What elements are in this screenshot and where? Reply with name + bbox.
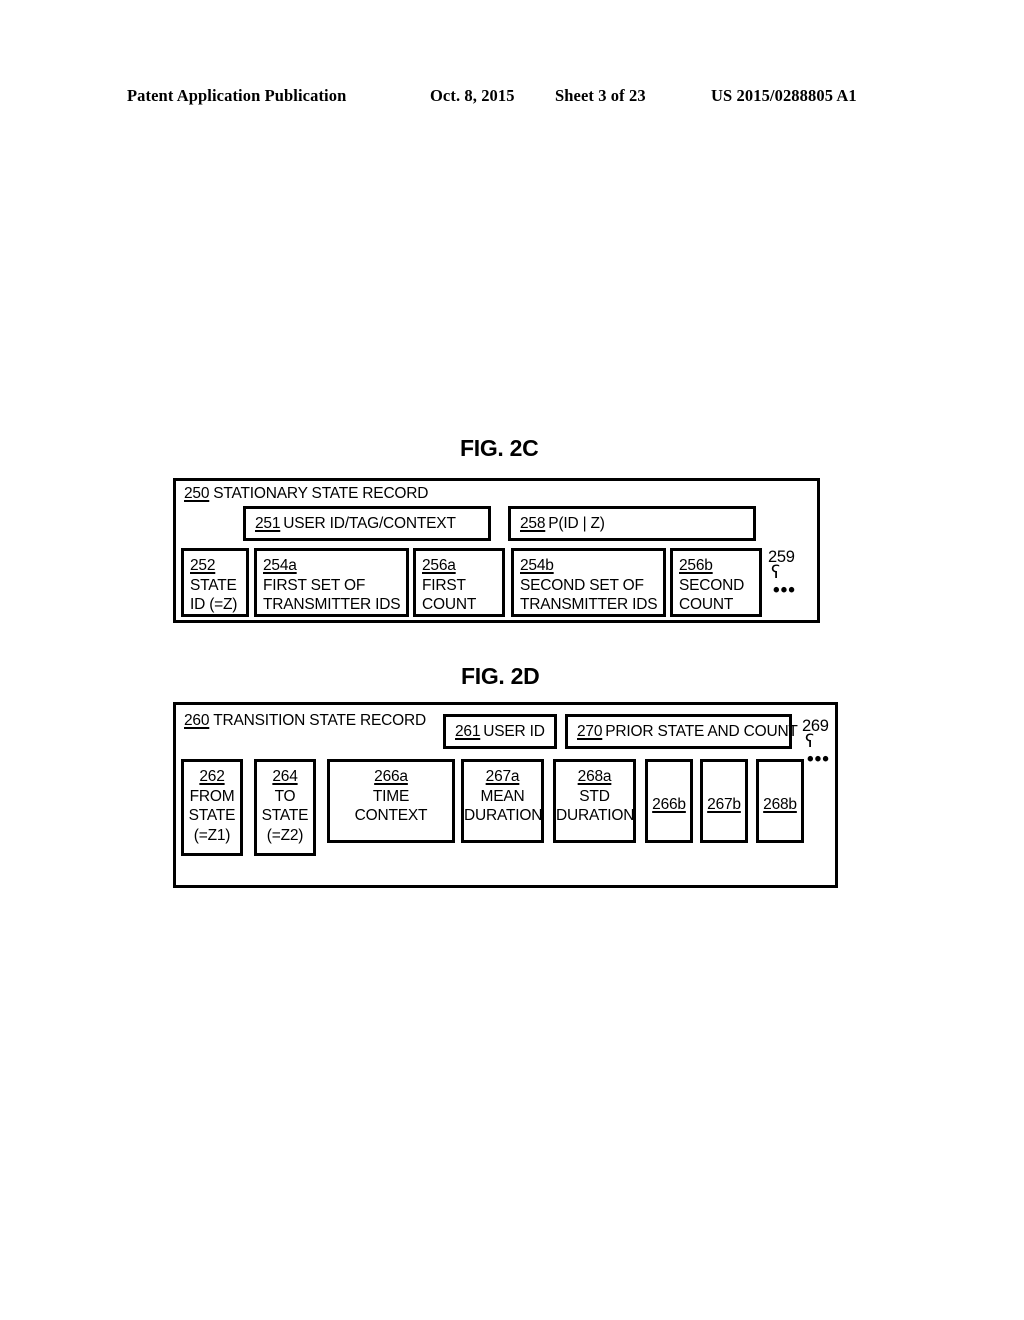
fig2d-field-268a-text: 268a STD DURATION: [556, 767, 635, 826]
fig2c-field-252: 252 STATE ID (=Z): [181, 548, 249, 617]
squiggle-icon: ʕ: [771, 562, 781, 583]
fig2c-field-256a-line1: FIRST: [422, 576, 466, 594]
fig2d-field-267a-text: 267a MEAN DURATION: [464, 767, 543, 826]
fig2d-record-title: 260 TRANSITION STATE RECORD: [184, 712, 426, 730]
fig2d-field-267b: 267b: [700, 759, 748, 843]
fig2d-field-261-label: USER ID: [483, 722, 545, 740]
header-patent-number: US 2015/0288805 A1: [711, 86, 857, 105]
fig2d-field-264-line2: STATE: [261, 807, 309, 824]
fig2d-field-267a: 267a MEAN DURATION: [461, 759, 544, 843]
fig2d-field-268a: 268a STD DURATION: [553, 759, 636, 843]
fig2c-field-252-ref: 252: [190, 557, 216, 574]
fig2c-record-label: STATIONARY STATE RECORD: [213, 485, 429, 502]
fig2d-field-266b-text: 266b: [648, 795, 690, 815]
fig2d-field-268a-line1: STD: [579, 787, 610, 805]
ellipsis-icon: •••: [807, 749, 830, 770]
fig2d-field-264-ref: 264: [272, 768, 298, 785]
fig2d-field-266a-ref: 266a: [374, 768, 408, 785]
fig2d-continuation-marker: 269 ʕ •••: [802, 718, 848, 770]
fig2d-field-266a-line2: CONTEXT: [354, 807, 428, 824]
fig2c-record-title: 250 STATIONARY STATE RECORD: [184, 485, 428, 503]
figure-2c-title: FIG. 2C: [460, 435, 539, 461]
fig2d-field-270-ref: 270: [577, 722, 603, 740]
fig2d-field-261-text: 261 USER ID: [455, 723, 545, 741]
fig2c-field-254a-line1: FIRST SET OF: [263, 576, 366, 594]
fig2d-field-266a: 266a TIME CONTEXT: [327, 759, 455, 843]
header-publication: Patent Application Publication: [127, 86, 347, 105]
fig2d-field-264-text: 264 TO STATE (=Z2): [257, 767, 313, 845]
fig2c-field-254a-text: 254a FIRST SET OF TRANSMITTER IDS: [263, 556, 401, 615]
fig2d-field-261-ref: 261: [455, 722, 481, 740]
fig2d-field-267a-line1: MEAN: [480, 787, 525, 805]
fig2c-field-254a-ref: 254a: [263, 557, 297, 574]
page-header: Patent Application Publication Oct. 8, 2…: [0, 86, 1024, 112]
fig2d-field-264-line1: TO: [274, 787, 296, 805]
fig2c-field-258: 258 P(ID | Z): [508, 506, 756, 541]
fig2d-field-268b-ref: 268b: [763, 796, 797, 813]
fig2d-record-ref: 260: [184, 712, 210, 729]
header-date: Oct. 8, 2015: [430, 86, 515, 105]
fig2c-field-254b-text: 254b SECOND SET OF TRANSMITTER IDS: [520, 556, 658, 615]
fig2d-record-label: TRANSITION STATE RECORD: [213, 712, 426, 729]
fig2d-field-261: 261 USER ID: [443, 714, 557, 749]
fig2c-field-256a-text: 256a FIRST COUNT: [422, 556, 476, 615]
fig2d-field-268a-line2: DURATION: [556, 807, 635, 824]
fig2c-field-252-text: 252 STATE ID (=Z): [190, 556, 237, 615]
fig2d-field-267b-text: 267b: [703, 795, 745, 815]
fig2d-field-270-label: PRIOR STATE AND COUNT: [605, 722, 798, 740]
fig2c-field-256a-ref: 256a: [422, 557, 456, 574]
fig2c-field-256b-line2: COUNT: [679, 596, 734, 613]
fig2c-field-251-ref: 251: [255, 514, 281, 532]
fig2c-field-251-label: USER ID/TAG/CONTEXT: [283, 514, 456, 532]
fig2d-field-266b: 266b: [645, 759, 693, 843]
fig2c-field-258-ref: 258: [520, 514, 546, 532]
fig2d-field-266a-line1: TIME: [372, 787, 410, 805]
ellipsis-icon: •••: [773, 580, 796, 601]
fig2d-field-267a-ref: 267a: [485, 768, 520, 785]
fig2c-field-252-line1: STATE: [190, 576, 237, 594]
fig2c-field-254b-line2: TRANSMITTER IDS: [520, 596, 658, 613]
fig2d-field-264: 264 TO STATE (=Z2): [254, 759, 316, 856]
fig2d-field-262: 262 FROM STATE (=Z1): [181, 759, 243, 856]
fig2c-field-254a-line2: TRANSMITTER IDS: [263, 596, 401, 613]
fig2d-field-268b: 268b: [756, 759, 804, 843]
fig2c-field-256a: 256a FIRST COUNT: [413, 548, 505, 617]
fig2d-field-262-line3: (=Z1): [193, 826, 231, 844]
fig2c-field-254a: 254a FIRST SET OF TRANSMITTER IDS: [254, 548, 409, 617]
fig2d-field-262-line1: FROM: [189, 787, 235, 805]
fig2d-field-270: 270 PRIOR STATE AND COUNT: [565, 714, 798, 749]
fig2c-record-ref: 250: [184, 485, 210, 502]
fig2c-field-258-text: 258 P(ID | Z): [520, 515, 605, 533]
fig2d-field-267a-line2: DURATION: [464, 807, 543, 824]
fig2c-field-256a-line2: COUNT: [422, 596, 477, 613]
fig2c-field-251: 251 USER ID/TAG/CONTEXT: [243, 506, 491, 541]
fig2c-field-258-label: P(ID | Z): [548, 514, 605, 532]
fig2d-field-268b-text: 268b: [759, 795, 801, 815]
fig2c-field-254b-ref: 254b: [520, 557, 554, 574]
fig2d-field-264-line3: (=Z2): [266, 826, 304, 844]
fig2c-continuation-marker: 259 ʕ •••: [768, 549, 814, 601]
fig2d-field-267b-ref: 267b: [707, 796, 741, 813]
fig2d-field-262-text: 262 FROM STATE (=Z1): [184, 767, 240, 845]
fig2c-field-256b-text: 256b SECOND COUNT: [679, 556, 744, 615]
fig2d-field-266a-text: 266a TIME CONTEXT: [330, 767, 452, 826]
fig2c-field-254b-line1: SECOND SET OF: [520, 576, 644, 594]
fig2c-field-256b: 256b SECOND COUNT: [670, 548, 762, 617]
fig2d-field-262-ref: 262: [199, 768, 225, 785]
fig2c-field-254b: 254b SECOND SET OF TRANSMITTER IDS: [511, 548, 666, 617]
fig2d-field-262-line2: STATE: [188, 807, 236, 824]
squiggle-icon: ʕ: [805, 731, 815, 752]
fig2c-field-256b-line1: SECOND: [679, 576, 745, 594]
fig2c-field-256b-ref: 256b: [679, 557, 713, 574]
fig2d-field-268a-ref: 268a: [577, 768, 612, 785]
fig2c-field-252-line2: ID (=Z): [190, 596, 238, 613]
fig2d-field-270-text: 270 PRIOR STATE AND COUNT: [577, 723, 798, 741]
header-sheet: Sheet 3 of 23: [555, 86, 646, 105]
figure-2d-title: FIG. 2D: [461, 663, 540, 689]
fig2c-field-251-text: 251 USER ID/TAG/CONTEXT: [255, 515, 456, 533]
fig2d-field-266b-ref: 266b: [652, 796, 686, 813]
